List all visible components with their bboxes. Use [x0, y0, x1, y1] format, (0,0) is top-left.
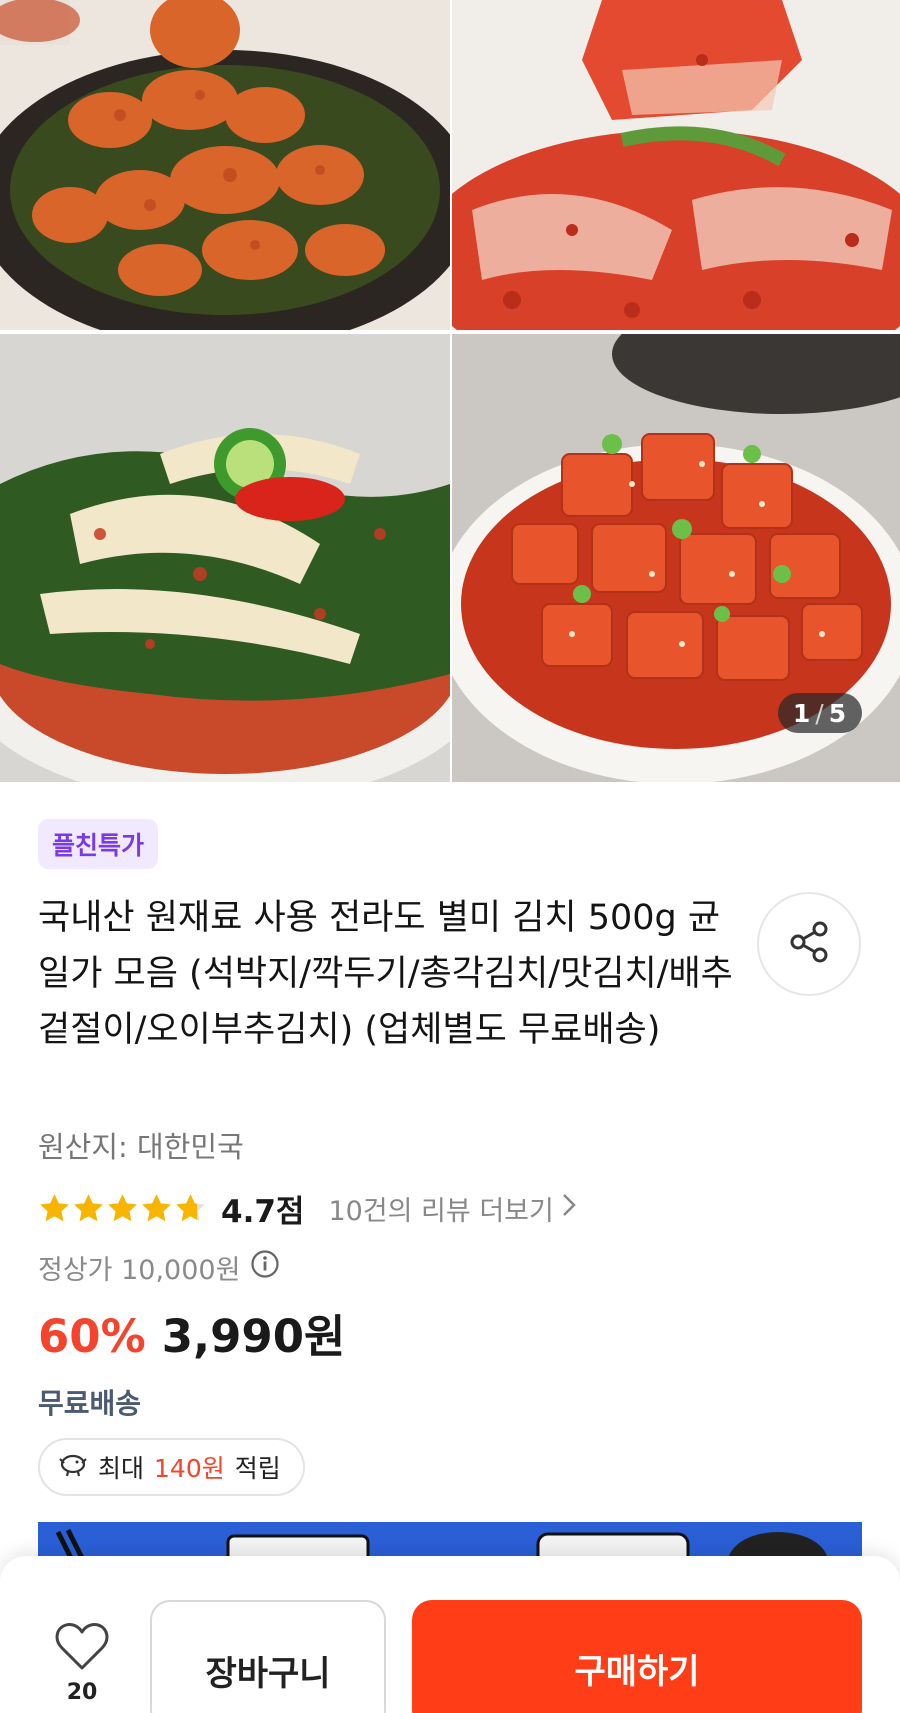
image-counter-separator: /: [815, 698, 825, 728]
image-counter: 1 / 5: [778, 693, 862, 733]
gallery-image-3[interactable]: [0, 334, 450, 782]
reviews-link-label: 10건의 리뷰 더보기: [328, 1195, 554, 1227]
kimchi-photo-2: [452, 0, 900, 330]
chevron-right-icon: [560, 1192, 578, 1225]
origin-label: 원산지: 대한민국: [38, 1130, 244, 1164]
share-button[interactable]: [757, 892, 861, 996]
points-icon: [58, 1451, 88, 1483]
add-to-cart-button[interactable]: 장바구니: [150, 1600, 386, 1713]
star-icon: [74, 1193, 103, 1221]
gallery-image-2[interactable]: [452, 0, 900, 330]
star-icon: [108, 1193, 137, 1221]
rating-score: 4.7점: [221, 1193, 305, 1230]
buy-now-button[interactable]: 구매하기: [412, 1600, 862, 1713]
gallery-image-1[interactable]: [0, 0, 450, 330]
points-amount: 140원: [154, 1454, 225, 1483]
image-counter-current: 1: [792, 698, 812, 728]
points-badge[interactable]: 최대 140원 적립: [38, 1438, 305, 1496]
kimchi-photo-1: [0, 0, 450, 330]
info-icon[interactable]: [250, 1249, 280, 1286]
points-suffix: 적립: [234, 1454, 281, 1483]
product-title: 국내산 원재료 사용 전라도 별미 김치 500g 균일가 모음 (석박지/깍두…: [38, 898, 733, 1050]
star-icon: [40, 1193, 69, 1221]
regular-price: 정상가 10,000원: [38, 1255, 241, 1286]
promo-badge: 플친특가: [38, 819, 159, 869]
like-button[interactable]: 20: [44, 1620, 120, 1705]
star-icon: [142, 1193, 171, 1221]
kimchi-photo-3: [0, 334, 450, 782]
price-row: 60% 3,990원: [38, 1300, 345, 1365]
shipping-info: 무료배송: [38, 1387, 142, 1420]
sale-price: 3,990원: [161, 1310, 346, 1363]
discount-rate: 60%: [38, 1310, 146, 1363]
reviews-link[interactable]: 10건의 리뷰 더보기: [328, 1189, 577, 1228]
like-count: 20: [66, 1680, 98, 1705]
image-counter-total: 5: [828, 698, 848, 728]
points-prefix: 최대: [98, 1454, 145, 1483]
regular-price-row: 정상가 10,000원: [38, 1248, 280, 1287]
heart-icon: [54, 1620, 110, 1676]
share-icon: [784, 917, 834, 971]
star-icon: [176, 1193, 205, 1221]
bottom-action-bar: 20 장바구니 구매하기: [0, 1556, 900, 1713]
product-image-gallery[interactable]: 1 / 5: [0, 0, 900, 782]
star-rating: [38, 1192, 207, 1225]
rating-row: 4.7점 10건의 리뷰 더보기: [38, 1186, 578, 1230]
